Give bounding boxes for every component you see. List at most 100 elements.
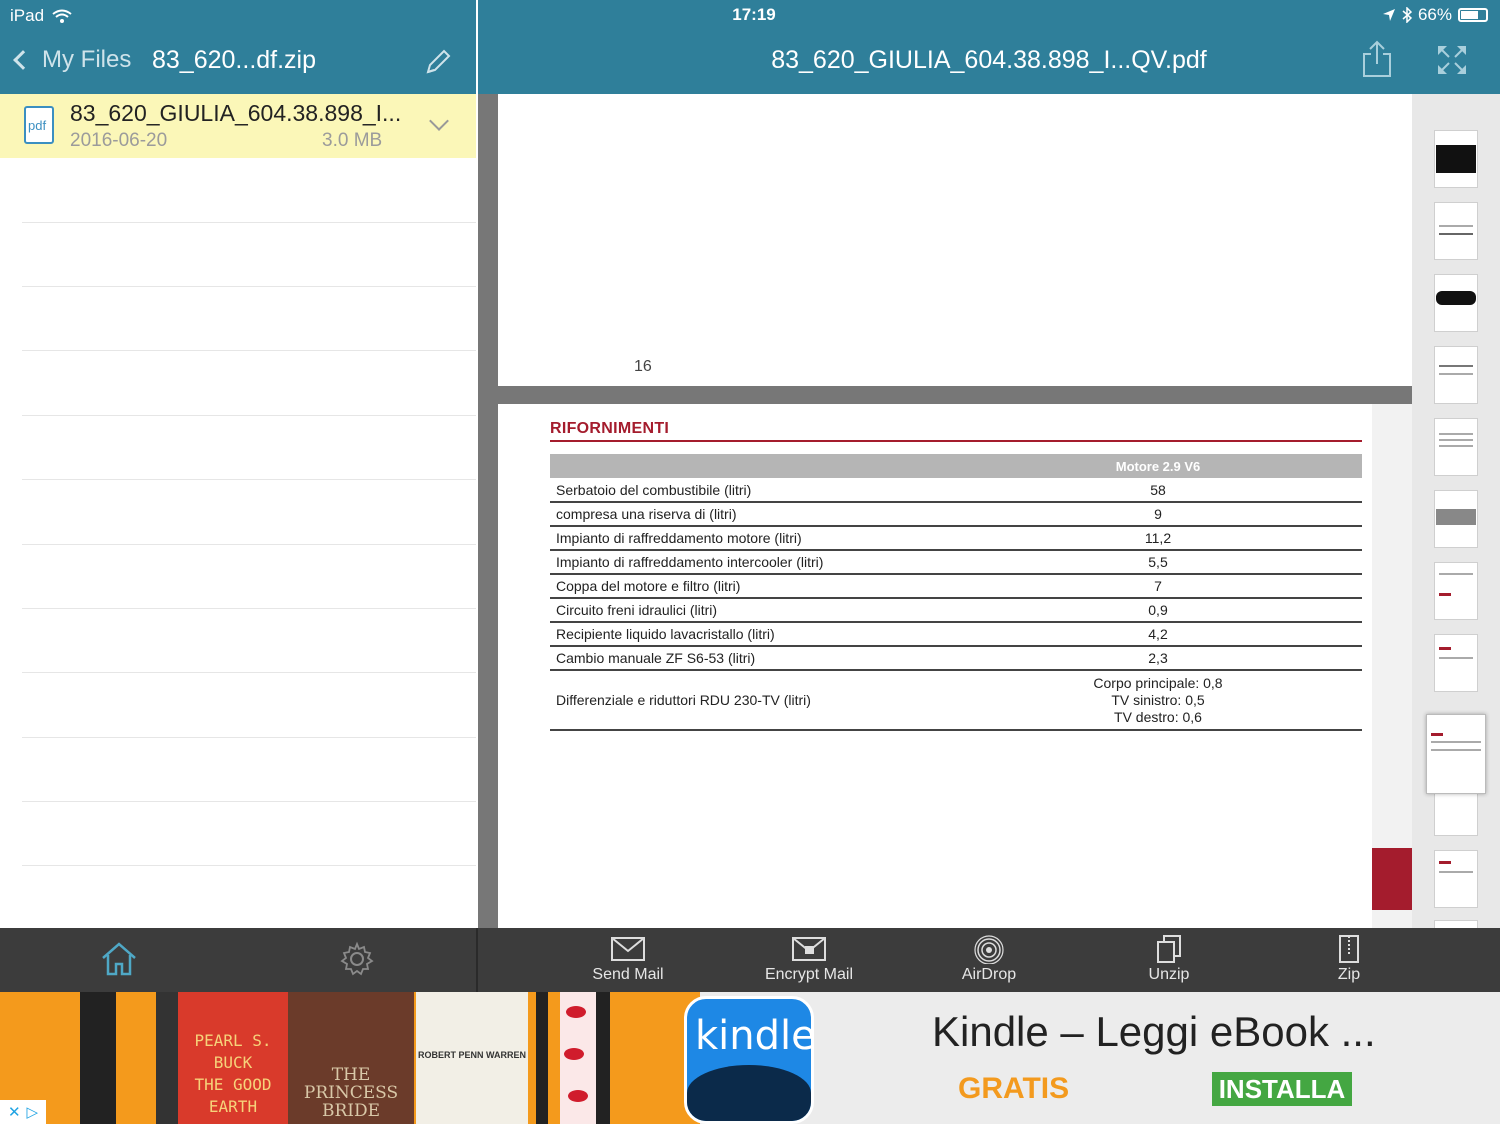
row-value: 0,9 <box>954 598 1362 623</box>
list-divider <box>22 801 476 802</box>
airdrop-label: AirDrop <box>961 966 1017 983</box>
table-header-cell <box>550 454 954 478</box>
zip-icon <box>1339 935 1359 963</box>
page-thumbnail-strip[interactable] <box>1412 94 1500 928</box>
share-icon[interactable] <box>1362 40 1392 78</box>
thumb-line <box>1439 225 1473 227</box>
pdf-viewer[interactable]: 16 RIFORNIMENTI Motore 2.9 V6 Serbatoio … <box>478 94 1412 928</box>
refill-table: Motore 2.9 V6 Serbatoio del combustibile… <box>550 454 1362 731</box>
thumb-line <box>1431 741 1481 743</box>
page-thumbnail[interactable] <box>1434 920 1478 928</box>
page-thumbnail[interactable] <box>1434 418 1478 476</box>
book-cover-penn-warren: ROBERT PENN WARREN <box>416 992 528 1124</box>
list-divider <box>22 479 476 480</box>
table-row: Impianto di raffreddamento motore (litri… <box>550 526 1362 551</box>
pdf-page-previous: 16 <box>498 94 1412 386</box>
page-thumbnail[interactable] <box>1434 562 1478 620</box>
list-divider <box>22 865 476 866</box>
page-thumbnail[interactable] <box>1434 130 1478 188</box>
install-button[interactable]: INSTALLA <box>1212 1072 1352 1106</box>
row-label: Coppa del motore e filtro (litri) <box>550 574 954 599</box>
row-value: 9 <box>954 502 1362 527</box>
book-cover-good-earth: PEARL S. BUCK THE GOOD EARTH <box>178 992 288 1124</box>
page-thumbnail[interactable] <box>1434 850 1478 908</box>
file-browser-pane: iPad My Files 83_620...df.zip pdf 83_620… <box>0 0 476 928</box>
thumb-line <box>1439 365 1473 367</box>
list-divider <box>22 222 476 223</box>
unzip-label: Unzip <box>1148 966 1190 983</box>
home-icon[interactable] <box>100 940 138 978</box>
battery-icon <box>1458 8 1488 22</box>
app-root: iPad My Files 83_620...df.zip pdf 83_620… <box>0 0 1500 1124</box>
thumb-line <box>1439 233 1473 235</box>
row-label: compresa una riserva di (litri) <box>550 502 954 527</box>
book-title: THE GOOD EARTH <box>194 1075 272 1116</box>
table-row: compresa una riserva di (litri) 9 <box>550 502 1362 527</box>
encrypt-mail-label: Encrypt Mail <box>764 966 854 983</box>
book-cover-lips <box>560 992 596 1124</box>
encrypt-mail-button[interactable]: Encrypt Mail <box>749 934 869 984</box>
unzip-button[interactable]: Unzip <box>1109 934 1229 984</box>
table-row: Impianto di raffreddamento intercooler (… <box>550 550 1362 575</box>
row-value-multi: Corpo principale: 0,8 TV sinistro: 0,5 T… <box>954 670 1362 731</box>
bluetooth-icon <box>1402 7 1412 23</box>
battery-percent: 66% <box>1417 5 1452 24</box>
list-divider <box>22 737 476 738</box>
file-size: 3.0 MB <box>322 130 383 151</box>
thumb-line <box>1439 439 1473 441</box>
thumb-line <box>1439 871 1473 873</box>
status-time: 17:19 <box>732 5 776 24</box>
kindle-app-icon[interactable]: kindle <box>684 996 814 1124</box>
thumb-line <box>1439 373 1473 375</box>
list-divider <box>22 608 476 609</box>
table-header-row: Motore 2.9 V6 <box>550 454 1362 478</box>
list-divider <box>22 415 476 416</box>
back-button[interactable]: My Files <box>12 46 131 74</box>
book-author: PEARL S. BUCK <box>194 1031 272 1072</box>
row-value: 5,5 <box>954 550 1362 575</box>
book-cover-princess-bride: THE PRINCESS BRIDE <box>288 992 414 1124</box>
table-row: Circuito freni idraulici (litri) 0,9 <box>550 598 1362 623</box>
ad-title: Kindle – Leggi eBook ... <box>932 1008 1376 1055</box>
page-thumbnail[interactable] <box>1434 490 1478 548</box>
row-value: 11,2 <box>954 526 1362 551</box>
page-number: 16 <box>634 358 652 375</box>
gear-icon[interactable] <box>338 940 376 978</box>
thumb-line <box>1431 749 1481 751</box>
ad-choices-icon[interactable]: ▷ <box>27 1103 39 1121</box>
table-row: Serbatoio del combustibile (litri) 58 <box>550 478 1362 503</box>
row-value: 4,2 <box>954 622 1362 647</box>
book-title: THE PRINCESS BRIDE <box>303 1065 399 1121</box>
thumb-line <box>1439 573 1473 575</box>
thumb-line <box>1439 657 1473 659</box>
zip-button[interactable]: Zip <box>1289 934 1409 984</box>
send-mail-button[interactable]: Send Mail <box>568 934 688 984</box>
table-header-cell: Motore 2.9 V6 <box>954 454 1362 478</box>
status-bar-left: iPad <box>10 6 72 26</box>
fullscreen-icon[interactable] <box>1436 44 1468 76</box>
thumb-image <box>1436 509 1476 525</box>
close-icon[interactable]: ✕ <box>8 1103 21 1121</box>
ad-choices[interactable]: ✕ ▷ <box>0 1100 46 1124</box>
section-title: RIFORNIMENTI <box>550 420 670 437</box>
page-thumbnail-current[interactable] <box>1426 714 1486 794</box>
edit-pencil-icon[interactable] <box>424 48 452 76</box>
page-thumbnail[interactable] <box>1434 346 1478 404</box>
wifi-icon <box>52 9 72 23</box>
file-list-item[interactable]: pdf 83_620_GIULIA_604.38.898_I... 2016-0… <box>0 94 476 158</box>
row-label: Impianto di raffreddamento intercooler (… <box>550 550 954 575</box>
page-thumbnail[interactable] <box>1434 202 1478 260</box>
page-thumbnail[interactable] <box>1434 274 1478 332</box>
pdf-page-current: RIFORNIMENTI Motore 2.9 V6 Serbatoio del… <box>498 404 1372 928</box>
row-value: 7 <box>954 574 1362 599</box>
page-thumbnail[interactable] <box>1434 634 1478 692</box>
thumb-accent <box>1439 593 1451 596</box>
row-value: 58 <box>954 478 1362 503</box>
chapter-tab <box>1372 848 1412 910</box>
file-browser-header: iPad My Files 83_620...df.zip <box>0 0 476 94</box>
encrypted-mail-icon <box>792 937 826 961</box>
ad-banner[interactable]: PEARL S. BUCK THE GOOD EARTH THE PRINCES… <box>0 992 1500 1124</box>
book-author: ROBERT PENN WARREN <box>417 1050 526 1060</box>
list-divider <box>22 672 476 673</box>
airdrop-button[interactable]: AirDrop <box>929 934 1049 984</box>
